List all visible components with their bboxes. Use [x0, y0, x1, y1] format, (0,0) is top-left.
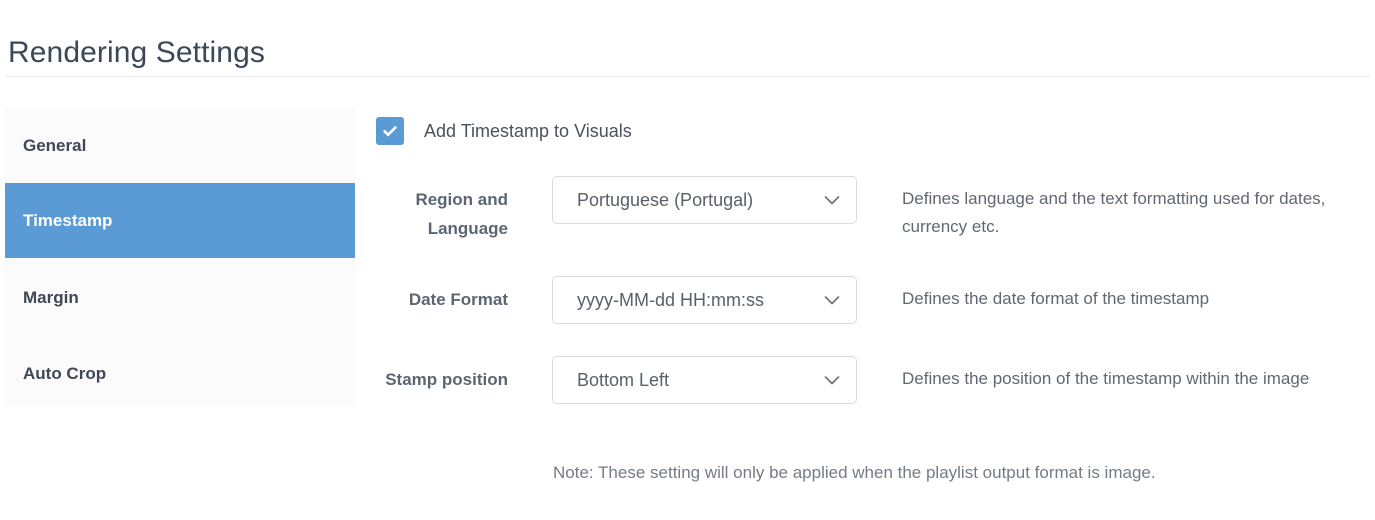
- region-language-label: Region and Language: [415, 190, 508, 238]
- region-language-row: Region and Language Portuguese (Portugal…: [376, 176, 1366, 243]
- add-timestamp-row: Add Timestamp to Visuals: [376, 117, 632, 145]
- stamp-position-select-wrap: Bottom Left: [552, 356, 857, 404]
- stamp-position-description: Defines the position of the timestamp wi…: [902, 369, 1310, 388]
- add-timestamp-label: Add Timestamp to Visuals: [424, 120, 632, 141]
- stamp-position-select[interactable]: Bottom Left: [552, 356, 857, 404]
- date-format-description: Defines the date format of the timestamp: [902, 289, 1210, 308]
- sidebar-item-label: Auto Crop: [23, 363, 107, 383]
- sidebar-item-label: Timestamp: [23, 210, 113, 230]
- stamp-position-row: Stamp position Bottom Left Defines the p…: [376, 356, 1366, 404]
- region-language-select-wrap: Portuguese (Portugal): [552, 176, 857, 224]
- settings-note: Note: These setting will only be applied…: [553, 463, 1156, 482]
- page-header: Rendering Settings: [0, 0, 1375, 77]
- date-format-select-wrap: yyyy-MM-dd HH:mm:ss: [552, 276, 857, 324]
- header-divider: [5, 76, 1370, 77]
- sidebar-item-auto-crop[interactable]: Auto Crop: [5, 336, 355, 411]
- add-timestamp-checkbox[interactable]: [376, 117, 404, 145]
- settings-sidebar: General Timestamp Margin Auto Crop: [5, 108, 355, 405]
- date-format-label: Date Format: [408, 290, 508, 309]
- date-format-select[interactable]: yyyy-MM-dd HH:mm:ss: [552, 276, 857, 324]
- region-language-select[interactable]: Portuguese (Portugal): [552, 176, 857, 224]
- sidebar-item-timestamp[interactable]: Timestamp: [5, 183, 355, 258]
- sidebar-item-margin[interactable]: Margin: [5, 260, 355, 335]
- sidebar-item-label: General: [23, 135, 87, 155]
- date-format-row: Date Format yyyy-MM-dd HH:mm:ss Defines …: [376, 276, 1366, 324]
- sidebar-item-label: Margin: [23, 287, 79, 307]
- region-language-description: Defines language and the text formatting…: [902, 189, 1326, 236]
- page-title: Rendering Settings: [8, 36, 265, 69]
- sidebar-item-general[interactable]: General: [5, 108, 355, 183]
- checkmark-icon: [381, 122, 399, 140]
- stamp-position-label: Stamp position: [385, 370, 508, 389]
- settings-panel: Add Timestamp to Visuals Region and Lang…: [376, 108, 1366, 508]
